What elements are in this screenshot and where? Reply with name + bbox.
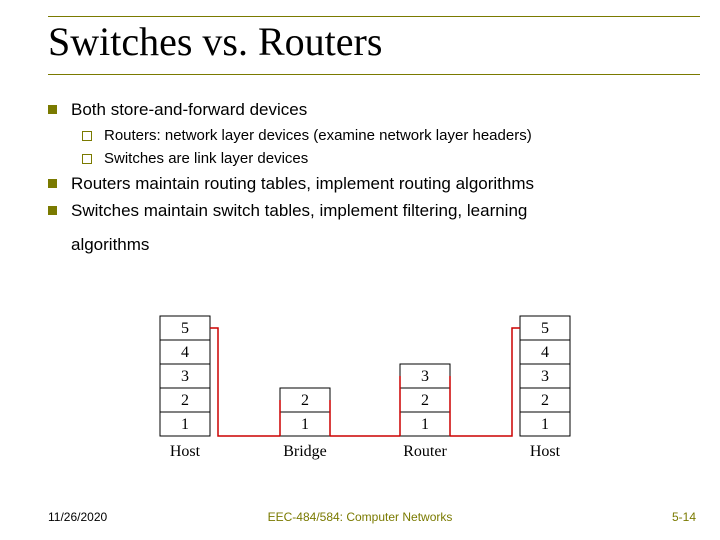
bullet-1-text: Both store-and-forward devices [71,98,692,123]
router-2: 2 [421,392,429,409]
bridge-2: 2 [301,392,309,409]
footer-page: 5-14 [672,510,696,524]
diagram-svg: 5 4 3 2 1 2 1 3 2 1 5 4 3 2 [130,296,590,486]
bullet-1-1-text: Routers: network layer devices (examine … [104,125,692,147]
slide: Switches vs. Routers Both store-and-forw… [0,0,720,540]
hostL-5: 5 [181,320,189,337]
bullet-1: Both store-and-forward devices [48,98,692,123]
square-bullet-icon [48,206,57,215]
router-1: 1 [421,416,429,433]
hostR-4: 4 [541,344,549,361]
hostL-4: 4 [181,344,189,361]
hollow-square-bullet-icon [82,131,92,141]
label-bridge: Bridge [283,443,327,460]
layer-stack-diagram: 5 4 3 2 1 2 1 3 2 1 5 4 3 2 [0,296,720,491]
hostR-5: 5 [541,320,549,337]
bullet-2: Routers maintain routing tables, impleme… [48,172,692,197]
square-bullet-icon [48,105,57,114]
hostL-2: 2 [181,392,189,409]
hostL-3: 3 [181,368,189,385]
bullet-1-1: Routers: network layer devices (examine … [82,125,692,147]
hostR-1: 1 [541,416,549,433]
slide-title: Switches vs. Routers [48,20,692,64]
hollow-square-bullet-icon [82,154,92,164]
label-host-left: Host [170,443,201,460]
bullet-3: Switches maintain switch tables, impleme… [48,199,692,224]
router-3: 3 [421,368,429,385]
bullet-1-2: Switches are link layer devices [82,148,692,170]
slide-footer: 11/26/2020 EEC-484/584: Computer Network… [0,510,720,528]
footer-date: 11/26/2020 [48,510,107,524]
label-router: Router [403,443,447,460]
bridge-1: 1 [301,416,309,433]
title-rule-bottom [48,74,700,75]
bullet-3-continuation: algorithms [71,233,692,258]
slide-body: Both store-and-forward devices Routers: … [48,98,692,258]
bullet-3-text: Switches maintain switch tables, impleme… [71,199,692,224]
hostL-1: 1 [181,416,189,433]
label-host-right: Host [530,443,561,460]
bullet-1-2-text: Switches are link layer devices [104,148,692,170]
bullet-2-text: Routers maintain routing tables, impleme… [71,172,692,197]
footer-course: EEC-484/584: Computer Networks [268,510,453,524]
hostR-2: 2 [541,392,549,409]
hostR-3: 3 [541,368,549,385]
square-bullet-icon [48,179,57,188]
title-rule-top [48,16,700,17]
